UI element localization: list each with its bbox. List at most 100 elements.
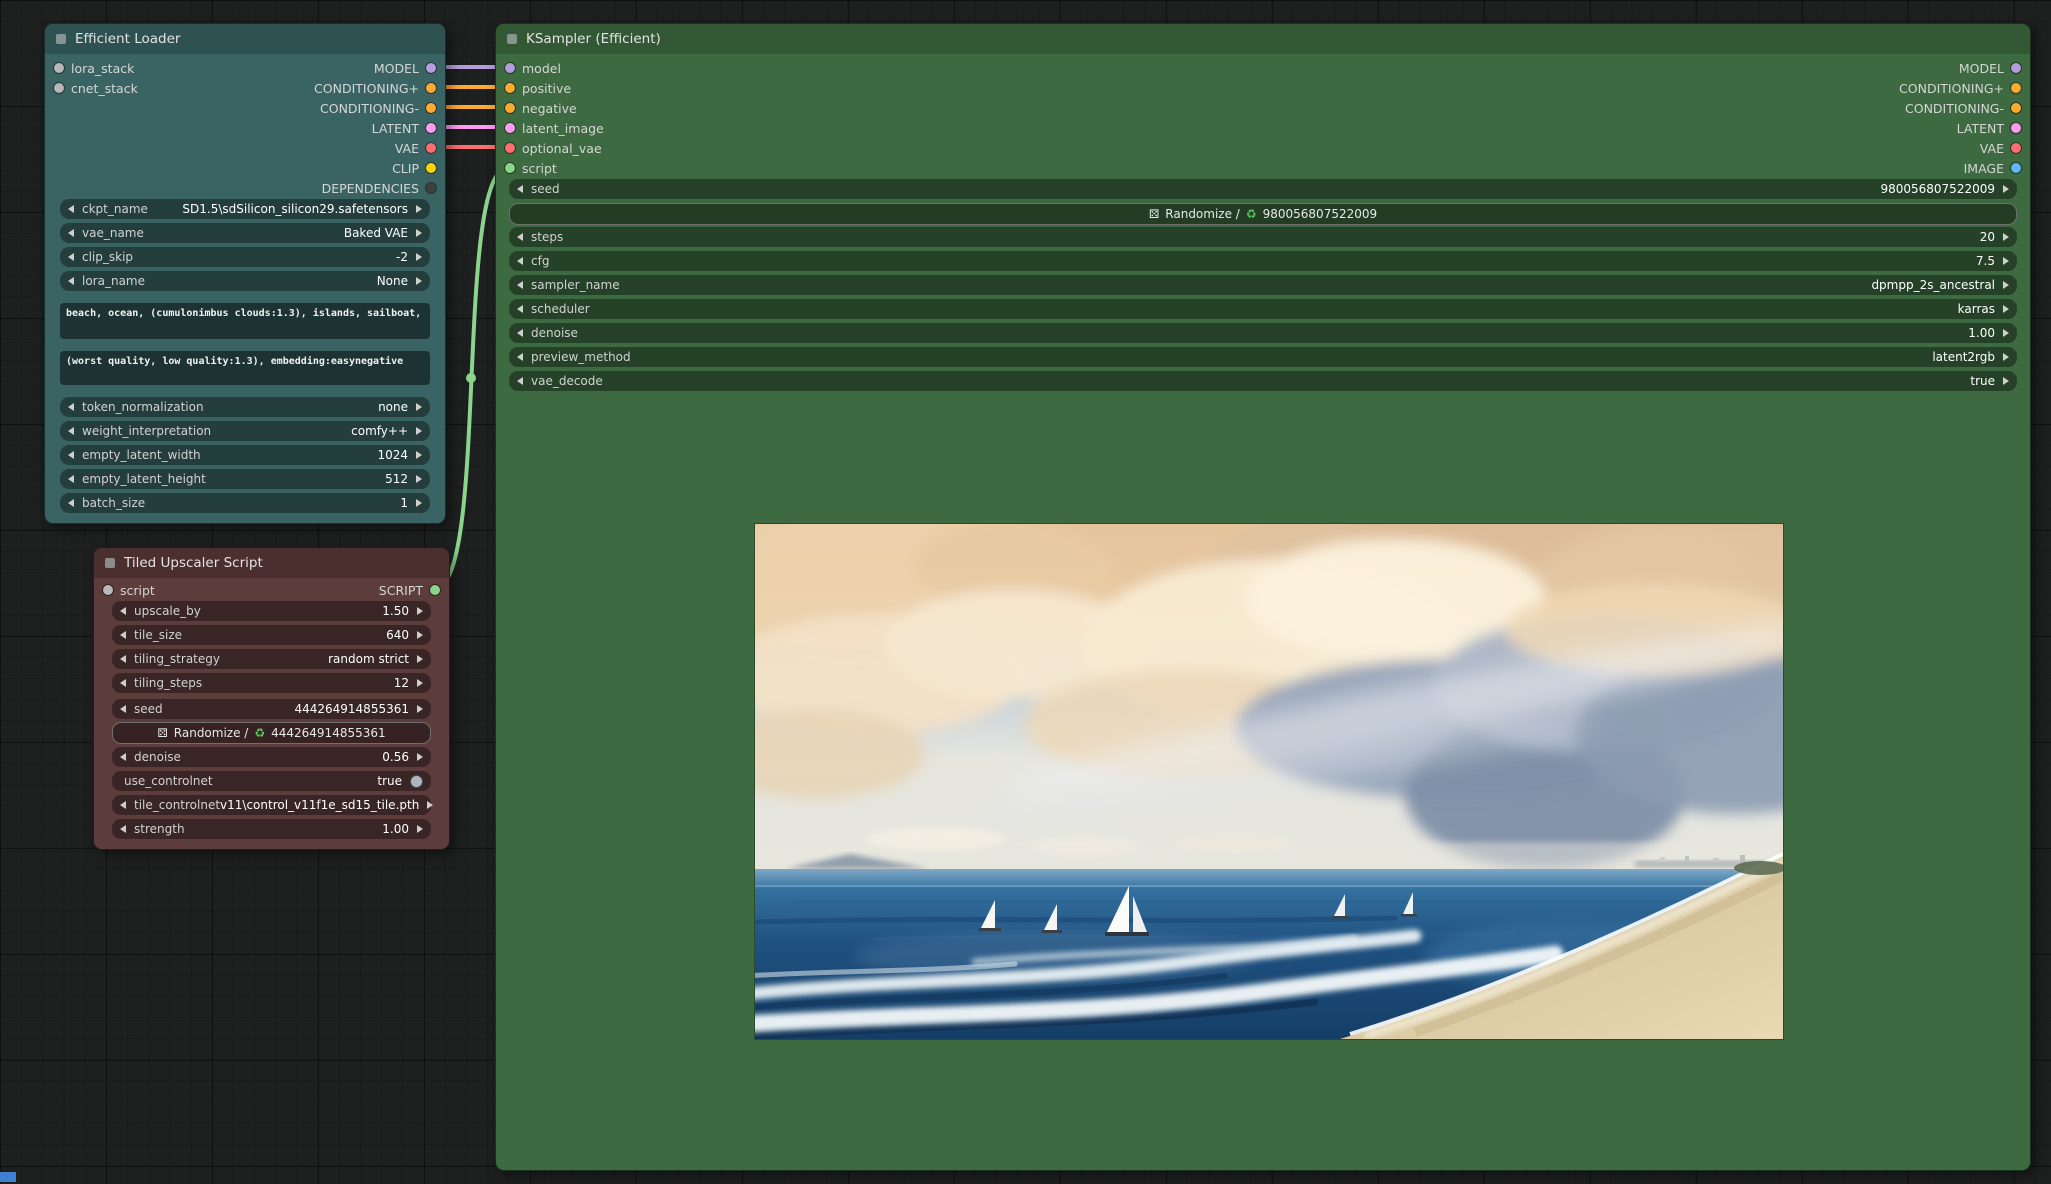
increment-arrow-icon[interactable] bbox=[417, 679, 423, 687]
increment-arrow-icon[interactable] bbox=[2003, 185, 2009, 193]
port-dot[interactable] bbox=[505, 163, 515, 173]
increment-arrow-icon[interactable] bbox=[2003, 233, 2009, 241]
increment-arrow-icon[interactable] bbox=[416, 451, 422, 459]
input-port-script[interactable]: script bbox=[505, 158, 557, 178]
widget-denoise[interactable]: denoise 1.00 bbox=[509, 323, 2017, 343]
decrement-arrow-icon[interactable] bbox=[68, 451, 74, 459]
port-dot[interactable] bbox=[2011, 123, 2021, 133]
increment-arrow-icon[interactable] bbox=[2003, 377, 2009, 385]
increment-arrow-icon[interactable] bbox=[2003, 281, 2009, 289]
increment-arrow-icon[interactable] bbox=[416, 229, 422, 237]
increment-arrow-icon[interactable] bbox=[417, 631, 423, 639]
increment-arrow-icon[interactable] bbox=[417, 607, 423, 615]
output-port-latent[interactable]: LATENT bbox=[372, 118, 436, 138]
widget-cfg[interactable]: cfg 7.5 bbox=[509, 251, 2017, 271]
decrement-arrow-icon[interactable] bbox=[517, 281, 523, 289]
widget-lora-name[interactable]: lora_name None bbox=[60, 271, 430, 291]
widget-preview-method[interactable]: preview_method latent2rgb bbox=[509, 347, 2017, 367]
decrement-arrow-icon[interactable] bbox=[68, 205, 74, 213]
increment-arrow-icon[interactable] bbox=[427, 801, 433, 809]
negative-prompt-textarea[interactable]: (worst quality, low quality:1.3), embedd… bbox=[60, 351, 430, 385]
increment-arrow-icon[interactable] bbox=[417, 825, 423, 833]
decrement-arrow-icon[interactable] bbox=[68, 499, 74, 507]
input-port-latent-image[interactable]: latent_image bbox=[505, 118, 604, 138]
decrement-arrow-icon[interactable] bbox=[120, 825, 126, 833]
widget-ckpt-name[interactable]: ckpt_name SD1.5\sdSilicon_silicon29.safe… bbox=[60, 199, 430, 219]
widget-use-controlnet[interactable]: use_controlnet true bbox=[112, 771, 431, 791]
collapse-icon[interactable] bbox=[507, 34, 517, 44]
port-dot[interactable] bbox=[2011, 163, 2021, 173]
port-dot[interactable] bbox=[2011, 83, 2021, 93]
widget-batch-size[interactable]: batch_size 1 bbox=[60, 493, 430, 513]
port-dot[interactable] bbox=[430, 585, 440, 595]
decrement-arrow-icon[interactable] bbox=[517, 305, 523, 313]
node-efficient-loader[interactable]: Efficient Loader lora_stack cnet_stack M… bbox=[44, 23, 446, 524]
decrement-arrow-icon[interactable] bbox=[120, 801, 126, 809]
output-port-script[interactable]: SCRIPT bbox=[379, 580, 440, 600]
decrement-arrow-icon[interactable] bbox=[517, 377, 523, 385]
increment-arrow-icon[interactable] bbox=[417, 655, 423, 663]
widget-seed[interactable]: seed 444264914855361 bbox=[112, 699, 431, 719]
widget-denoise[interactable]: denoise 0.56 bbox=[112, 747, 431, 767]
decrement-arrow-icon[interactable] bbox=[120, 655, 126, 663]
port-dot[interactable] bbox=[426, 103, 436, 113]
port-dot[interactable] bbox=[54, 83, 64, 93]
decrement-arrow-icon[interactable] bbox=[68, 277, 74, 285]
output-port-model[interactable]: MODEL bbox=[1959, 58, 2021, 78]
decrement-arrow-icon[interactable] bbox=[68, 475, 74, 483]
output-port-latent[interactable]: LATENT bbox=[1957, 118, 2021, 138]
positive-prompt-textarea[interactable]: beach, ocean, (cumulonimbus clouds:1.3),… bbox=[60, 303, 430, 339]
input-port-model[interactable]: model bbox=[505, 58, 561, 78]
node-tiled-upscaler-script[interactable]: Tiled Upscaler Script script SCRIPT upsc… bbox=[93, 547, 450, 850]
input-port-lora-stack[interactable]: lora_stack bbox=[54, 58, 134, 78]
input-port-optional-vae[interactable]: optional_vae bbox=[505, 138, 602, 158]
widget-vae-decode[interactable]: vae_decode true bbox=[509, 371, 2017, 391]
port-dot[interactable] bbox=[426, 123, 436, 133]
increment-arrow-icon[interactable] bbox=[416, 499, 422, 507]
output-port-vae[interactable]: VAE bbox=[1980, 138, 2021, 158]
increment-arrow-icon[interactable] bbox=[416, 475, 422, 483]
decrement-arrow-icon[interactable] bbox=[120, 631, 126, 639]
decrement-arrow-icon[interactable] bbox=[517, 185, 523, 193]
port-dot[interactable] bbox=[54, 63, 64, 73]
output-port-conditioning-minus[interactable]: CONDITIONING- bbox=[1905, 98, 2021, 118]
input-port-positive[interactable]: positive bbox=[505, 78, 571, 98]
decrement-arrow-icon[interactable] bbox=[120, 679, 126, 687]
node-title-bar[interactable]: Tiled Upscaler Script bbox=[94, 548, 449, 578]
node-title-bar[interactable]: KSampler (Efficient) bbox=[496, 24, 2030, 54]
toggle-knob[interactable] bbox=[410, 775, 423, 788]
widget-sampler-name[interactable]: sampler_name dpmpp_2s_ancestral bbox=[509, 275, 2017, 295]
decrement-arrow-icon[interactable] bbox=[120, 753, 126, 761]
decrement-arrow-icon[interactable] bbox=[120, 705, 126, 713]
widget-clip-skip[interactable]: clip_skip -2 bbox=[60, 247, 430, 267]
randomize-seed-button[interactable]: ⚄ Randomize / ♻ 980056807522009 bbox=[509, 203, 2017, 225]
output-port-image[interactable]: IMAGE bbox=[1964, 158, 2021, 178]
port-dot[interactable] bbox=[505, 103, 515, 113]
port-dot[interactable] bbox=[103, 585, 113, 595]
widget-seed[interactable]: seed 980056807522009 bbox=[509, 179, 2017, 199]
increment-arrow-icon[interactable] bbox=[2003, 305, 2009, 313]
widget-tiling-strategy[interactable]: tiling_strategy random strict bbox=[112, 649, 431, 669]
widget-weight-interpretation[interactable]: weight_interpretation comfy++ bbox=[60, 421, 430, 441]
input-port-script[interactable]: script bbox=[103, 580, 155, 600]
widget-token-normalization[interactable]: token_normalization none bbox=[60, 397, 430, 417]
port-dot[interactable] bbox=[2011, 63, 2021, 73]
increment-arrow-icon[interactable] bbox=[416, 427, 422, 435]
increment-arrow-icon[interactable] bbox=[2003, 329, 2009, 337]
input-port-negative[interactable]: negative bbox=[505, 98, 577, 118]
widget-vae-name[interactable]: vae_name Baked VAE bbox=[60, 223, 430, 243]
input-port-cnet-stack[interactable]: cnet_stack bbox=[54, 78, 138, 98]
port-dot[interactable] bbox=[505, 63, 515, 73]
widget-tiling-steps[interactable]: tiling_steps 12 bbox=[112, 673, 431, 693]
port-dot[interactable] bbox=[505, 83, 515, 93]
increment-arrow-icon[interactable] bbox=[2003, 257, 2009, 265]
decrement-arrow-icon[interactable] bbox=[517, 353, 523, 361]
node-title-bar[interactable]: Efficient Loader bbox=[45, 24, 445, 54]
widget-strength[interactable]: strength 1.00 bbox=[112, 819, 431, 839]
widget-scheduler[interactable]: scheduler karras bbox=[509, 299, 2017, 319]
port-dot[interactable] bbox=[426, 63, 436, 73]
port-dot[interactable] bbox=[426, 163, 436, 173]
port-dot[interactable] bbox=[505, 123, 515, 133]
port-dot[interactable] bbox=[2011, 103, 2021, 113]
output-port-dependencies[interactable]: DEPENDENCIES bbox=[322, 178, 436, 198]
